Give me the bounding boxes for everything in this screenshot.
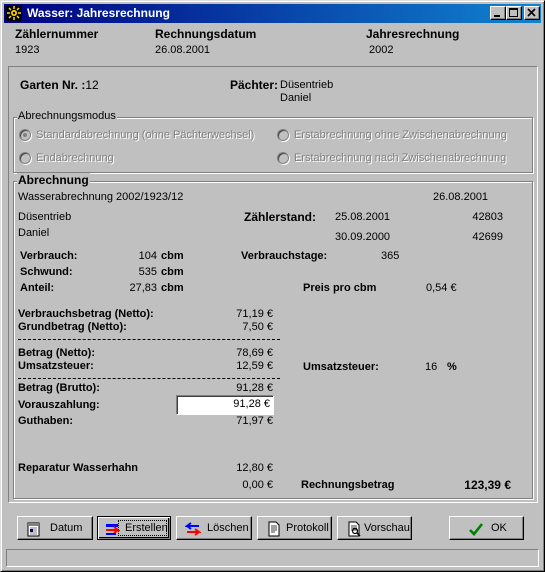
close-button[interactable] (524, 6, 540, 20)
preis-label: Preis pro cbm (303, 282, 377, 294)
vorschau-button[interactable]: Vorschau (337, 516, 412, 540)
zaehlerstand-value-1: 42803 (472, 211, 503, 223)
abrechnung-ref: Wasserabrechnung 2002/1923/12 (18, 191, 184, 203)
calendar-icon (27, 522, 40, 537)
zaehlernummer-value: 1923 (15, 44, 40, 56)
ok-button[interactable]: OK (449, 516, 524, 540)
loeschen-button[interactable]: Löschen (176, 516, 252, 540)
vorauszahlung-input[interactable]: 91,28 € (176, 395, 274, 415)
betrag-netto-value: 78,69 € (236, 347, 273, 359)
radio-endabrechnung[interactable] (19, 152, 31, 164)
title-bar[interactable]: Wasser: Jahresrechnung (4, 4, 541, 23)
verbrauch-label: Verbrauch: (20, 250, 78, 262)
vorauszahlung-label: Vorauszahlung: (18, 399, 100, 411)
verbrauchstage-value: 365 (381, 250, 400, 262)
dialog-window: Wasser: Jahresrechnung Zählernummer 1923… (0, 0, 545, 572)
abrechnung-name1: Düsentrieb (18, 211, 72, 223)
jahresrechnung-value: 2002 (369, 44, 394, 56)
umsatzsteuer-value: 12,59 € (236, 360, 273, 372)
preview-icon (348, 521, 361, 537)
app-icon[interactable] (6, 5, 22, 21)
garten-label: Garten Nr. :12 (20, 78, 99, 92)
anteil-label: Anteil: (20, 282, 55, 294)
minimize-button[interactable] (490, 6, 506, 20)
radio-standardabrechnung[interactable] (19, 129, 31, 141)
radio-erstabrechnung-ohne-label: Erstabrechnung ohne Zwischenabrechnung (294, 129, 507, 141)
datum-button-label: Datum (50, 522, 83, 534)
zaehlerstand-date-2: 30.09.2000 (335, 231, 391, 243)
anteil-unit: cbm (161, 282, 184, 294)
paechter-name1: Düsentrieb (280, 79, 334, 91)
separator-2 (18, 378, 280, 379)
abrechnung-group (13, 181, 533, 499)
umsatzsteuer-rate-value: 16 (425, 361, 438, 373)
rechnungsdatum-value: 26.08.2001 (155, 44, 211, 56)
erstellen-button-label: Erstellen (125, 522, 168, 534)
abrechnungsmodus-title: Abrechnungsmodus (17, 110, 117, 122)
verbrauch-unit: cbm (161, 250, 184, 262)
window-title: Wasser: Jahresrechnung (27, 6, 170, 20)
zaehlernummer-label: Zählernummer (15, 27, 99, 41)
umsatzsteuer-label: Umsatzsteuer: (18, 360, 94, 372)
reparatur-label: Reparatur Wasserhahn (18, 462, 139, 474)
verbrauchsbetrag-value: 71,19 € (236, 308, 273, 320)
paechter-label: Pächter: (230, 78, 279, 92)
umsatzsteuer-percent: % (447, 361, 457, 373)
zaehlerstand-date-1: 25.08.2001 (335, 211, 391, 223)
minimize-icon (494, 15, 500, 17)
zaehlerstand-label: Zählerstand: (244, 210, 317, 224)
schwund-label: Schwund: (20, 266, 73, 278)
betrag-brutto-label: Betrag (Brutto): (18, 382, 100, 394)
protokoll-button-label: Protokoll (286, 522, 329, 534)
schwund-value: 535 (138, 266, 157, 278)
maximize-icon (509, 8, 518, 17)
grundbetrag-label: Grundbetrag (Netto): (18, 321, 127, 333)
extra-value: 0,00 € (242, 479, 273, 491)
anteil-value: 27,83 (129, 282, 157, 294)
betrag-netto-label: Betrag (Netto): (18, 347, 95, 359)
abrechnungsmodus-group (13, 117, 533, 173)
umsatzsteuer-rate-label: Umsatzsteuer: (303, 361, 379, 373)
erstellen-button[interactable]: Erstellen (97, 516, 171, 540)
verbrauch-value: 104 (138, 250, 157, 262)
paechter-name2: Daniel (280, 92, 312, 104)
delete-icon (185, 522, 201, 536)
guthaben-value: 71,97 € (236, 415, 273, 427)
separator-1 (18, 339, 280, 340)
radio-erstabrechnung-ohne[interactable] (277, 129, 289, 141)
radio-standardabrechnung-label: Standardabrechnung (ohne Pächterwechsel) (36, 129, 255, 141)
abrechnung-title: Abrechnung (17, 173, 90, 187)
zaehlerstand-value-2: 42699 (472, 231, 503, 243)
rechnungsbetrag-value: 123,39 € (464, 478, 511, 492)
rechnungsbetrag-label: Rechnungsbetrag (301, 479, 395, 491)
vorschau-button-label: Vorschau (364, 522, 410, 534)
guthaben-label: Guthaben: (18, 415, 73, 427)
ok-button-label: OK (491, 522, 507, 534)
radio-endabrechnung-label: Endabrechnung (36, 152, 114, 164)
loeschen-button-label: Löschen (207, 522, 249, 534)
jahresrechnung-label: Jahresrechnung (366, 27, 460, 41)
abrechnung-date: 26.08.2001 (433, 191, 489, 203)
betrag-brutto-value: 91,28 € (236, 382, 273, 394)
radio-erstabrechnung-nach-label: Erstabrechnung nach Zwischenabrechnung (294, 152, 507, 164)
garten-value: 12 (85, 78, 99, 92)
datum-button[interactable]: Datum (17, 516, 93, 540)
verbrauchsbetrag-label: Verbrauchsbetrag (Netto): (18, 308, 154, 320)
protokoll-button[interactable]: Protokoll (257, 516, 332, 540)
abrechnung-name2: Daniel (18, 227, 50, 239)
maximize-button[interactable] (506, 6, 522, 20)
rechnungsdatum-label: Rechnungsdatum (155, 27, 257, 41)
close-icon (527, 8, 536, 17)
protocol-icon (268, 521, 280, 537)
preis-value: 0,54 € (426, 282, 457, 294)
grundbetrag-value: 7,50 € (242, 321, 273, 333)
status-bar (6, 549, 539, 567)
checkmark-icon (469, 523, 484, 536)
reparatur-value: 12,80 € (236, 462, 273, 474)
schwund-unit: cbm (161, 266, 184, 278)
radio-erstabrechnung-nach[interactable] (277, 152, 289, 164)
verbrauchstage-label: Verbrauchstage: (241, 250, 328, 262)
